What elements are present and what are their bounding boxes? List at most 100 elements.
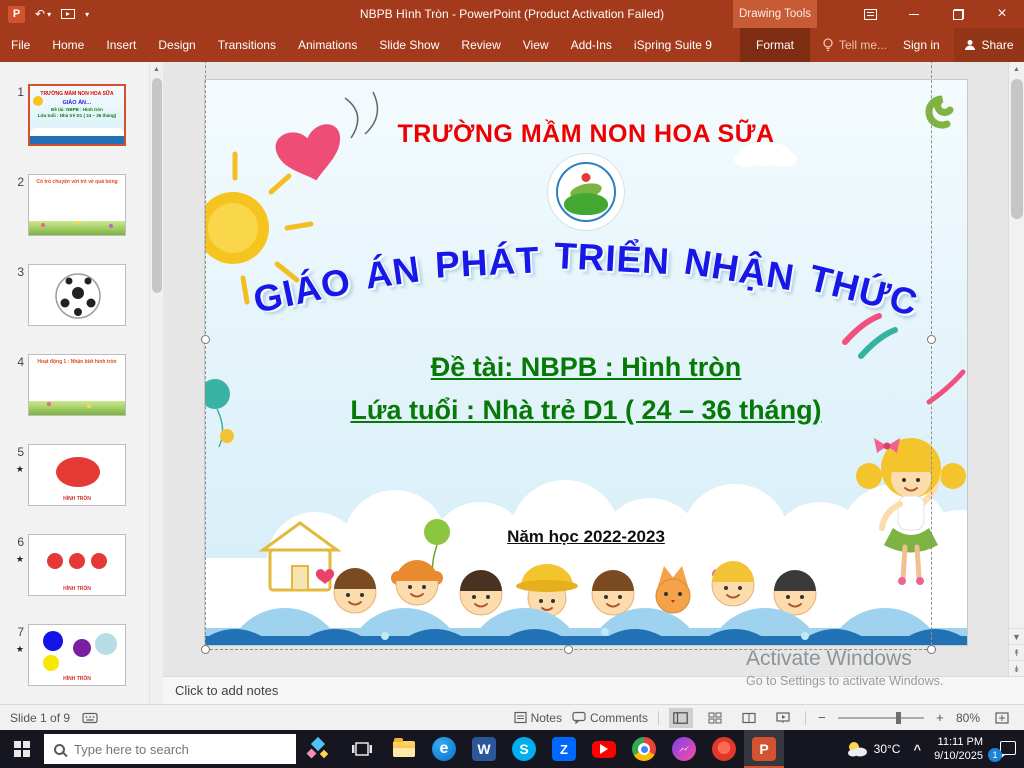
zoom-out-button[interactable]: −: [816, 710, 828, 725]
scrollbar-thumb[interactable]: [1011, 79, 1023, 219]
thumbnail-image[interactable]: Cô trò chuyện với trẻ về quả bóng: [28, 174, 126, 236]
school-name-text[interactable]: TRƯỜNG MẦM NON HOA SỮA: [205, 120, 967, 149]
close-button[interactable]: ×: [980, 0, 1024, 28]
ribbon-tab-addins[interactable]: Add-Ins: [560, 28, 623, 62]
ribbon-tab-home[interactable]: Home: [41, 28, 95, 62]
scroll-up-button[interactable]: ▲: [1009, 62, 1024, 78]
ribbon-tab-insert[interactable]: Insert: [95, 28, 147, 62]
slide-thumbnail-5[interactable]: 5 ★ HÌNH TRÒN: [8, 444, 126, 506]
search-highlights-button[interactable]: [296, 730, 340, 768]
ribbon-tab-format[interactable]: Format: [740, 28, 810, 62]
thumbnail-image[interactable]: HÌNH TRÒN: [28, 444, 126, 506]
thumbnail-image[interactable]: HÌNH TRÒN: [28, 534, 126, 596]
scroll-down-button[interactable]: ▼: [1009, 628, 1024, 644]
undo-button[interactable]: ↶▾: [35, 7, 51, 21]
person-icon: [964, 39, 976, 51]
ribbon-tab-slideshow[interactable]: Slide Show: [368, 28, 450, 62]
ribbon-tab-review[interactable]: Review: [450, 28, 511, 62]
action-center-button[interactable]: 1: [996, 739, 1016, 759]
taskbar-opera[interactable]: [704, 730, 744, 768]
tell-me-box[interactable]: Tell me...: [822, 28, 887, 62]
slide-thumbnail-7[interactable]: 7 ★ HÌNH TRÒN: [8, 624, 126, 686]
view-slide-sorter-button[interactable]: [703, 708, 727, 728]
slide-thumbnail-3[interactable]: 3: [8, 264, 126, 326]
notes-toggle-button[interactable]: Notes: [514, 711, 562, 725]
comments-toggle-button[interactable]: Comments: [572, 711, 648, 725]
ribbon-tab-transitions[interactable]: Transitions: [207, 28, 287, 62]
taskbar-edge[interactable]: e: [424, 730, 464, 768]
thumb1-topic-text: Đề tài: NBPB : Hình tròn: [30, 107, 124, 112]
thumbnail-image[interactable]: Hoạt động 1 : Nhận biết hình tròn: [28, 354, 126, 416]
view-normal-button[interactable]: [669, 708, 693, 728]
kid-face: [334, 568, 376, 613]
lesson-title-text[interactable]: GIÁOÁNPHÁTTRIỂNNHẬNTHỨC: [205, 248, 967, 290]
slide-thumbnail-1[interactable]: 1 TRƯỜNG MẦM NON HOA SỮA GIÁO ÁN… Đề tài…: [8, 84, 126, 146]
main-scrollbar[interactable]: ▲ ▼ ↟ ↡: [1008, 62, 1024, 676]
taskbar-youtube[interactable]: [584, 730, 624, 768]
resize-handle[interactable]: [927, 645, 936, 654]
panel-scrollbar-thumb[interactable]: [152, 78, 162, 293]
taskbar-word[interactable]: W: [464, 730, 504, 768]
youtube-icon: [592, 741, 616, 758]
weather-widget[interactable]: 30°C: [846, 740, 901, 758]
minimize-button[interactable]: [892, 0, 936, 28]
resize-handle[interactable]: [201, 645, 210, 654]
resize-handle[interactable]: [201, 335, 210, 344]
restore-button[interactable]: [936, 0, 980, 28]
start-button[interactable]: [0, 730, 44, 768]
task-view-button[interactable]: [340, 730, 384, 768]
share-button[interactable]: Share: [954, 28, 1024, 62]
ribbon-tab-view[interactable]: View: [512, 28, 560, 62]
resize-handle[interactable]: [564, 645, 573, 654]
view-reading-button[interactable]: [737, 708, 761, 728]
ribbon-display-options-button[interactable]: [848, 0, 892, 28]
taskbar-chrome[interactable]: [624, 730, 664, 768]
panel-scrollbar[interactable]: ▲: [149, 62, 163, 704]
resize-handle[interactable]: [927, 335, 936, 344]
view-slideshow-button[interactable]: [771, 708, 795, 728]
customize-qat-button[interactable]: ▾: [85, 10, 89, 19]
taskbar-zalo[interactable]: Z: [544, 730, 584, 768]
taskbar-skype[interactable]: S: [504, 730, 544, 768]
zoom-in-button[interactable]: +: [934, 710, 946, 725]
keyboard-language-icon[interactable]: [82, 712, 98, 724]
search-input[interactable]: [74, 742, 264, 757]
thumbnail-image[interactable]: [28, 264, 126, 326]
taskbar-powerpoint-active[interactable]: P: [744, 730, 784, 768]
slide-thumbnail-6[interactable]: 6 ★ HÌNH TRÒN: [8, 534, 126, 596]
taskbar-file-explorer[interactable]: [384, 730, 424, 768]
animation-star-icon: ★: [8, 554, 24, 565]
ribbon-tab-animations[interactable]: Animations: [287, 28, 368, 62]
next-slide-button[interactable]: ↡: [1009, 660, 1024, 676]
zoom-level[interactable]: 80%: [956, 711, 980, 725]
start-slideshow-button[interactable]: [61, 9, 75, 19]
slide-thumbnail-2[interactable]: 2 Cô trò chuyện với trẻ về quả bóng: [8, 174, 126, 236]
lightbulb-icon: [822, 38, 834, 52]
panel-scroll-up-icon[interactable]: ▲: [150, 62, 163, 73]
fit-to-window-button[interactable]: [990, 708, 1014, 728]
hidden-icons-chevron[interactable]: ^: [913, 742, 921, 757]
ribbon-tab-file[interactable]: File: [0, 28, 41, 62]
age-group-text[interactable]: Lứa tuổi : Nhà trẻ D1 ( 24 – 36 tháng): [205, 395, 967, 426]
topic-text[interactable]: Đề tài: NBPB : Hình tròn: [205, 352, 967, 383]
taskbar-clock[interactable]: 11:11 PM 9/10/2025: [934, 735, 983, 764]
notes-placeholder[interactable]: Click to add notes: [175, 683, 278, 698]
thumbnail-image[interactable]: HÌNH TRÒN: [28, 624, 126, 686]
school-logo[interactable]: [548, 154, 624, 230]
ribbon-tab-ispring[interactable]: iSpring Suite 9: [623, 28, 723, 62]
previous-slide-button[interactable]: ↟: [1009, 644, 1024, 660]
taskbar-messenger[interactable]: [664, 730, 704, 768]
slide-canvas[interactable]: TRƯỜNG MẦM NON HOA SỮA GIÁOÁNPHÁTTRIỂNNH…: [205, 80, 967, 645]
ribbon-tab-design[interactable]: Design: [147, 28, 206, 62]
school-year-text[interactable]: Năm học 2022-2023: [205, 527, 967, 547]
zoom-slider[interactable]: [838, 711, 924, 725]
word-icon: W: [472, 737, 496, 761]
thumbnail-image[interactable]: TRƯỜNG MẦM NON HOA SỮA GIÁO ÁN… Đề tài: …: [28, 84, 126, 146]
school-logo-inner: [556, 162, 616, 222]
slide-thumbnail-4[interactable]: 4 Hoạt động 1 : Nhận biết hình tròn: [8, 354, 126, 416]
taskbar-search-box[interactable]: [44, 734, 296, 764]
zoom-slider-thumb[interactable]: [896, 712, 901, 724]
sign-in-button[interactable]: Sign in: [903, 28, 940, 62]
undo-dropdown-icon[interactable]: ▾: [47, 10, 51, 19]
notes-pane[interactable]: Click to add notes: [163, 676, 1024, 704]
